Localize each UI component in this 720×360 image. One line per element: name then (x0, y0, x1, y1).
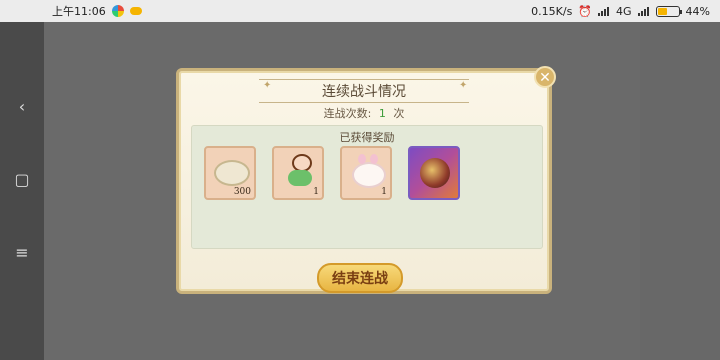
title-ornament-right: ✦ (459, 80, 468, 91)
reward-item-bun[interactable]: 1 (340, 146, 392, 200)
network-type: 4G (616, 4, 632, 18)
weather-icon (129, 7, 142, 15)
close-icon[interactable]: ✕ (534, 66, 556, 88)
reward-item-portrait[interactable] (408, 146, 460, 200)
network-speed: 0.15K/s (531, 4, 573, 18)
end-battle-button[interactable]: 结束连战 (317, 263, 403, 293)
signal-icon-2 (637, 6, 650, 16)
portrait-icon (420, 158, 450, 188)
home-icon[interactable]: ▢ (0, 165, 44, 195)
reward-item-shell[interactable]: 300 (204, 146, 256, 200)
bun-icon (352, 162, 386, 188)
status-right: 0.15K/s ⏰ 4G 44% (531, 0, 710, 22)
dialog-title-bar: 连续战斗情况 (259, 79, 469, 103)
reward-item-character[interactable]: 1 (272, 146, 324, 200)
battle-count-label: 连战次数: (323, 107, 372, 120)
navigation-bar: ‹ ▢ ≡ (0, 22, 44, 360)
battle-count-value: 1 (378, 107, 386, 120)
battery-icon (655, 5, 682, 17)
rewards-panel: 已获得奖励 300 1 1 (191, 125, 543, 249)
battle-summary-dialog: ✦ 连续战斗情况 ✦ 连战次数: 1 次 已获得奖励 300 1 1 结束连战 (176, 68, 552, 294)
reward-qty: 1 (381, 187, 387, 197)
status-left: 上午11:06 (52, 0, 142, 22)
dialog-title: 连续战斗情况 (322, 84, 406, 100)
character-body-icon (288, 170, 312, 186)
status-time: 上午11:06 (52, 5, 106, 18)
battery-percent: 44% (685, 4, 710, 18)
app-icon (111, 5, 124, 17)
status-bar: 上午11:06 0.15K/s ⏰ 4G 44% (0, 0, 720, 22)
battery-fill (657, 7, 667, 15)
bun-ear-icon (358, 154, 366, 164)
bun-ear-icon (370, 154, 378, 164)
reward-qty: 1 (313, 187, 319, 197)
shell-icon (214, 160, 250, 186)
battle-count-unit: 次 (393, 107, 405, 120)
menu-icon[interactable]: ≡ (0, 238, 44, 268)
game-side-panel (640, 22, 720, 360)
signal-icon (598, 6, 610, 16)
rewards-title: 已获得奖励 (339, 131, 395, 144)
reward-qty: 300 (233, 187, 251, 197)
back-icon[interactable]: ‹ (0, 92, 44, 122)
battle-count: 连战次数: 1 次 (179, 105, 549, 121)
alarm-icon: ⏰ (578, 4, 593, 18)
